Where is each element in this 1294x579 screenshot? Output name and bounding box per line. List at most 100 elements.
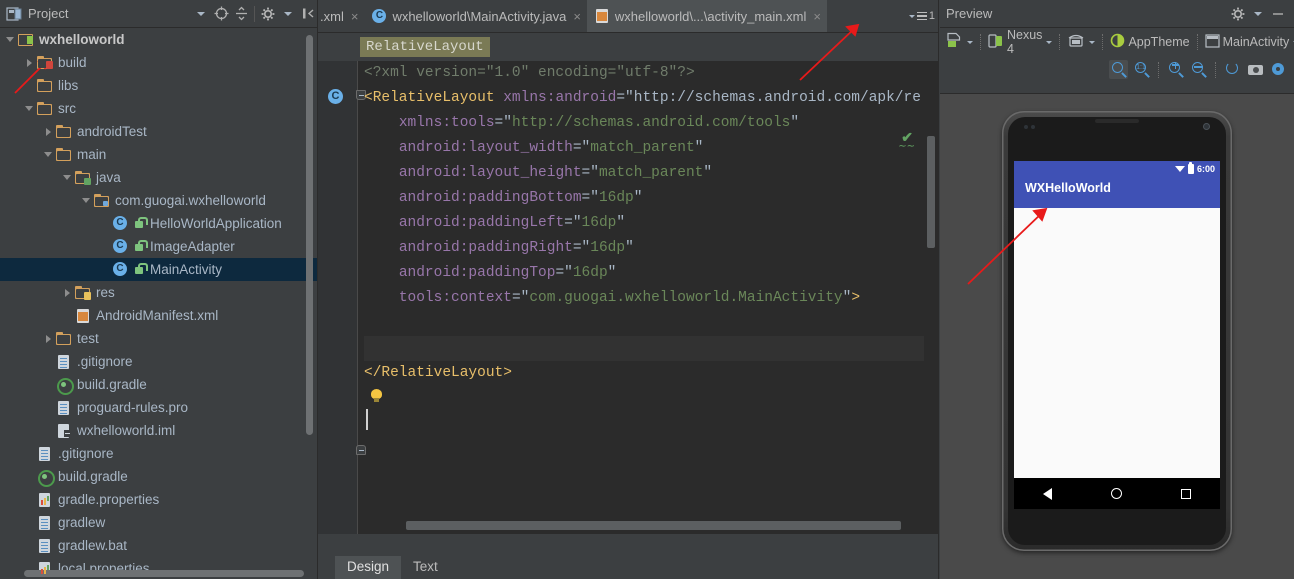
hide-preview-icon[interactable] (1268, 4, 1288, 24)
tree-item--gitignore[interactable]: .gitignore (0, 442, 318, 465)
toolbar-divider (1196, 34, 1198, 50)
editor-vertical-scrollbar[interactable] (927, 136, 935, 248)
preview-canvas[interactable]: 6:00 WXHelloWorld (940, 93, 1294, 579)
orientation-selector[interactable] (1067, 33, 1096, 51)
tree-item-imageadapter[interactable]: ImageAdapter (0, 235, 318, 258)
tree-item-main[interactable]: main (0, 143, 318, 166)
status-bar: 6:00 (1014, 161, 1220, 177)
project-tree-vertical-scrollbar[interactable] (306, 35, 313, 435)
tree-expand-arrow-icon[interactable] (4, 33, 17, 46)
tree-expand-arrow-icon[interactable] (61, 171, 74, 184)
close-icon[interactable]: × (351, 9, 359, 24)
gear-caret-icon[interactable] (278, 4, 298, 24)
theme-selector[interactable]: AppTheme (1110, 33, 1190, 51)
zoom-actual-icon[interactable]: 1:1 (1132, 60, 1151, 79)
gear-icon[interactable] (1228, 4, 1248, 24)
bottom-tab-text[interactable]: Text (401, 556, 450, 579)
tree-item-wxhelloworld[interactable]: wxhelloworld (0, 28, 318, 51)
folder-icon (56, 124, 72, 140)
tree-item-androidmanifest-xml[interactable]: AndroidManifest.xml (0, 304, 318, 327)
activity-selector[interactable]: MainActivity (1204, 33, 1294, 51)
open-tabs-count: 1 (928, 10, 935, 22)
inspection-ok-underline: ∼∼ (898, 141, 915, 152)
refresh-icon[interactable] (1223, 60, 1242, 79)
tree-item-wxhelloworld-iml[interactable]: wxhelloworld.iml (0, 419, 318, 442)
tree-item-src[interactable]: src (0, 97, 318, 120)
gear-caret-icon[interactable] (1248, 4, 1268, 24)
close-icon[interactable]: × (813, 9, 821, 24)
settings-icon[interactable] (1269, 60, 1288, 79)
tree-item-label: build (58, 55, 87, 70)
tree-item-gradle-properties[interactable]: gradle.properties (0, 488, 318, 511)
editor-tab-1[interactable]: wxhelloworld\MainActivity.java × (364, 0, 587, 32)
open-tabs-indicator[interactable]: 1 (904, 0, 939, 32)
tree-item-res[interactable]: res (0, 281, 318, 304)
tree-item-build[interactable]: build (0, 51, 318, 74)
file-icon (56, 354, 72, 370)
home-icon[interactable] (1110, 488, 1122, 499)
tree-item-build-gradle[interactable]: build.gradle (0, 465, 318, 488)
back-icon[interactable] (1043, 487, 1053, 500)
editor-gutter[interactable]: C (318, 61, 358, 534)
tree-item-label: test (77, 331, 99, 346)
file-icon (37, 515, 53, 531)
chevron-down-icon[interactable] (191, 4, 211, 24)
tree-item-proguard-rules-pro[interactable]: proguard-rules.pro (0, 396, 318, 419)
tree-item-androidtest[interactable]: androidTest (0, 120, 318, 143)
project-tree[interactable]: wxhelloworld build libs src androidTest main j… (0, 28, 318, 579)
editor-tab-0[interactable]: .xml × (318, 0, 365, 32)
tree-expand-arrow-icon[interactable] (80, 194, 93, 207)
breadcrumb[interactable]: RelativeLayout (360, 37, 490, 57)
tree-item-gradlew-bat[interactable]: gradlew.bat (0, 534, 318, 557)
recents-icon[interactable] (1180, 488, 1191, 499)
tree-expand-arrow-icon[interactable] (61, 286, 74, 299)
tree-item-gradlew[interactable]: gradlew (0, 511, 318, 534)
tree-item--gitignore[interactable]: .gitignore (0, 350, 318, 373)
tree-item-label: .gitignore (58, 446, 114, 461)
hide-panel-icon[interactable] (298, 4, 318, 24)
tree-expand-arrow-icon[interactable] (42, 332, 55, 345)
screenshot-icon[interactable] (1246, 60, 1265, 79)
tree-item-label: libs (58, 78, 79, 93)
tree-expand-arrow-icon[interactable] (23, 56, 36, 69)
zoom-out-icon[interactable] (1189, 60, 1208, 79)
tree-item-mainactivity[interactable]: MainActivity (0, 258, 318, 281)
device-selector[interactable]: Nexus 4 (988, 28, 1053, 56)
code-line-13: </RelativeLayout> (364, 365, 512, 381)
project-tree-horizontal-scrollbar[interactable] (24, 570, 304, 577)
class-marker-icon[interactable]: C (328, 89, 343, 104)
app-content-area[interactable] (1014, 208, 1220, 478)
zoom-fit-icon[interactable] (1109, 60, 1128, 79)
code-content[interactable]: <?xml version="1.0" encoding="utf-8"?> <R… (364, 61, 924, 534)
gear-icon[interactable] (258, 4, 278, 24)
folder-res-icon (75, 285, 91, 301)
close-icon[interactable]: × (573, 9, 581, 24)
tree-item-com-guogai-wxhelloworld[interactable]: com.guogai.wxhelloworld (0, 189, 318, 212)
project-panel-header: Project (0, 0, 318, 28)
tree-item-test[interactable]: test (0, 327, 318, 350)
code-editor[interactable]: C <?xml version="1.0" encoding="utf-8"?>… (318, 61, 939, 534)
code-line-3: xmlns:tools="http://schemas.android.com/… (398, 115, 800, 131)
config-chooser-button[interactable] (946, 32, 973, 52)
code-line-7: android:paddingLeft="16dp" (398, 215, 626, 231)
tree-item-helloworldapplication[interactable]: HelloWorldApplication (0, 212, 318, 235)
editor-tab-2[interactable]: wxhelloworld\...\activity_main.xml × (586, 0, 827, 32)
editor-horizontal-scrollbar-track[interactable] (358, 517, 939, 534)
target-icon[interactable] (211, 4, 231, 24)
zoom-in-icon[interactable] (1166, 60, 1185, 79)
tree-item-build-gradle[interactable]: build.gradle (0, 373, 318, 396)
device-screen[interactable]: 6:00 WXHelloWorld (1014, 161, 1220, 509)
tree-item-java[interactable]: java (0, 166, 318, 189)
editor-horizontal-scrollbar[interactable] (406, 521, 901, 530)
code-line-2: <RelativeLayout xmlns:android="http://sc… (364, 90, 921, 106)
tree-expand-arrow-icon[interactable] (23, 102, 36, 115)
tree-expand-arrow-icon[interactable] (42, 125, 55, 138)
tree-expand-arrow-icon[interactable] (42, 148, 55, 161)
code-line-8: android:paddingRight="16dp" (398, 240, 634, 256)
bottom-tab-design[interactable]: Design (335, 556, 402, 579)
tree-item-libs[interactable]: libs (0, 74, 318, 97)
collapse-all-icon[interactable] (231, 4, 251, 24)
